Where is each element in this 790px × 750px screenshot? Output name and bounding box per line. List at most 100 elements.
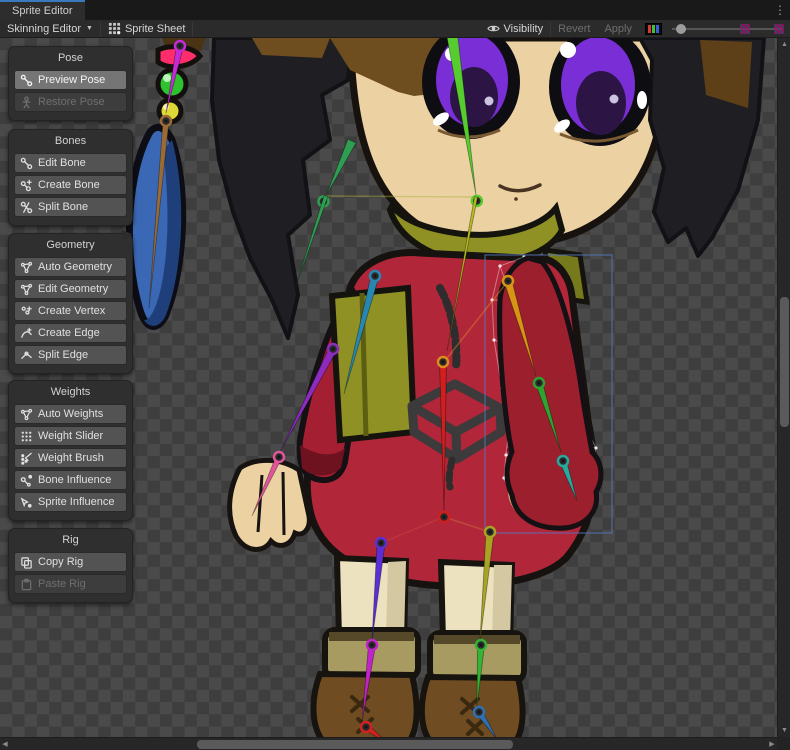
- tab-title: Sprite Editor: [12, 5, 73, 17]
- chevron-down-icon: ▼: [86, 25, 93, 32]
- tool-group-title: Rig: [14, 532, 127, 550]
- blue-bar: [656, 25, 659, 33]
- red-bar: [648, 25, 651, 33]
- vertical-scroll-thumb[interactable]: [780, 297, 789, 427]
- bone-slash-icon: [20, 201, 33, 214]
- weight-slider-button[interactable]: Weight Slider: [14, 426, 127, 446]
- tool-group-rig: Rig Copy Rig Paste Rig: [8, 528, 133, 603]
- tool-group-title: Geometry: [14, 237, 127, 255]
- opacity-slider[interactable]: [668, 20, 786, 38]
- window-menu-icon[interactable]: ⋮: [773, 2, 787, 18]
- bone-dot-icon: [20, 474, 33, 487]
- paste-icon: [20, 578, 33, 591]
- auto-geometry-button[interactable]: Auto Geometry: [14, 257, 127, 277]
- tool-button-label: Auto Weights: [38, 408, 103, 420]
- eye-icon: [487, 22, 500, 35]
- brush-icon: [20, 452, 33, 465]
- tool-group-title: Weights: [14, 384, 127, 402]
- scrollbar-corner: [777, 737, 790, 750]
- tool-button-label: Split Bone: [38, 201, 88, 213]
- tool-button-label: Restore Pose: [38, 96, 105, 108]
- tool-button-label: Create Bone: [38, 179, 100, 191]
- sprite-influence-button[interactable]: Sprite Influence: [14, 492, 127, 512]
- vertex-icon: [20, 305, 33, 318]
- auto-weights-button[interactable]: Auto Weights: [14, 404, 127, 424]
- toolbar-separator: [192, 22, 193, 36]
- sprite-sheet-grid-icon: [108, 22, 121, 35]
- sprite-opacity-icon[interactable]: [740, 24, 750, 34]
- tool-button-label: Weight Slider: [38, 430, 103, 442]
- toolbar: Skinning Editor ▼ Sprite Sheet Visibilit…: [0, 20, 790, 38]
- copy-rig-button[interactable]: Copy Rig: [14, 552, 127, 572]
- tool-button-label: Sprite Influence: [38, 496, 114, 508]
- scroll-down-icon[interactable]: ▼: [778, 726, 790, 735]
- grid-icon: [20, 430, 33, 443]
- restore-pose-button: Restore Pose: [14, 92, 127, 112]
- hair-left: [212, 38, 352, 338]
- edit-geometry-button[interactable]: Edit Geometry: [14, 279, 127, 299]
- edge-split-icon: [20, 349, 33, 362]
- color-swatch-button[interactable]: [645, 23, 662, 35]
- edit-bone-button[interactable]: Edit Bone: [14, 153, 127, 173]
- tool-button-label: Bone Influence: [38, 474, 111, 486]
- vertical-scrollbar[interactable]: ▲ ▼: [777, 38, 790, 737]
- preview-pose-button[interactable]: Preview Pose: [14, 70, 127, 90]
- network-icon: [20, 408, 33, 421]
- tool-group-title: Bones: [14, 133, 127, 151]
- tool-button-label: Auto Geometry: [38, 261, 112, 273]
- scroll-up-icon[interactable]: ▲: [778, 40, 790, 49]
- tool-button-label: Create Vertex: [38, 305, 105, 317]
- scroll-right-icon[interactable]: ▶: [767, 740, 777, 749]
- revert-button[interactable]: Revert: [551, 20, 597, 38]
- tool-button-label: Paste Rig: [38, 578, 86, 590]
- tab-strip: Sprite Editor ⋮: [0, 0, 790, 20]
- tool-button-label: Split Edge: [38, 349, 88, 361]
- slider-handle[interactable]: [676, 24, 686, 34]
- network-icon: [20, 261, 33, 274]
- mesh-opacity-icon[interactable]: [774, 24, 784, 34]
- split-bone-button[interactable]: Split Bone: [14, 197, 127, 217]
- bone-icon: [20, 157, 33, 170]
- sprite-editor-window: Sprite Editor ⋮ Skinning Editor ▼ Sprite…: [0, 0, 790, 750]
- scarf-tail: [332, 288, 414, 440]
- weight-brush-button[interactable]: Weight Brush: [14, 448, 127, 468]
- edge-icon: [20, 327, 33, 340]
- tool-button-label: Edit Geometry: [38, 283, 108, 295]
- toolbar-right-group: Visibility Revert Apply: [480, 20, 790, 38]
- pointer-dot-icon: [20, 496, 33, 509]
- create-edge-button[interactable]: Create Edge: [14, 323, 127, 343]
- tool-group-weights: Weights Auto Weights Weight Slider Weight B…: [8, 380, 133, 521]
- tool-button-label: Copy Rig: [38, 556, 83, 568]
- person-icon: [20, 96, 33, 109]
- tool-group-pose: Pose Preview Pose Restore Pose: [8, 46, 133, 121]
- horizontal-scroll-thumb[interactable]: [197, 740, 513, 749]
- mode-dropdown[interactable]: Skinning Editor ▼: [0, 20, 100, 38]
- network-icon: [20, 283, 33, 296]
- paste-rig-button: Paste Rig: [14, 574, 127, 594]
- tool-button-label: Create Edge: [38, 327, 100, 339]
- tool-group-bones: Bones Edit Bone Create Bone Split Bone: [8, 129, 133, 226]
- panel-tail: [122, 230, 141, 243]
- character-sprite: [129, 38, 764, 737]
- copy-icon: [20, 556, 33, 569]
- split-edge-button[interactable]: Split Edge: [14, 345, 127, 365]
- slider-track: [672, 28, 782, 30]
- sprite-sheet-button[interactable]: Sprite Sheet: [101, 20, 193, 38]
- green-bar: [652, 25, 655, 33]
- hair-green-bone-upper[interactable]: [326, 139, 356, 196]
- scroll-left-icon[interactable]: ◀: [0, 740, 10, 749]
- apply-button[interactable]: Apply: [597, 20, 639, 38]
- bone-influence-button[interactable]: Bone Influence: [14, 470, 127, 490]
- bone-icon: [20, 74, 33, 87]
- create-bone-button[interactable]: Create Bone: [14, 175, 127, 195]
- tab-sprite-editor[interactable]: Sprite Editor: [0, 0, 85, 20]
- bone-plus-icon: [20, 179, 33, 192]
- charm: [129, 38, 206, 326]
- create-vertex-button[interactable]: Create Vertex: [14, 301, 127, 321]
- tool-button-label: Preview Pose: [38, 74, 105, 86]
- horizontal-scrollbar[interactable]: ◀ ▶: [0, 737, 777, 750]
- tool-button-label: Weight Brush: [38, 452, 104, 464]
- tool-group-title: Pose: [14, 50, 127, 68]
- tool-button-label: Edit Bone: [38, 157, 86, 169]
- visibility-toggle[interactable]: Visibility: [480, 20, 551, 38]
